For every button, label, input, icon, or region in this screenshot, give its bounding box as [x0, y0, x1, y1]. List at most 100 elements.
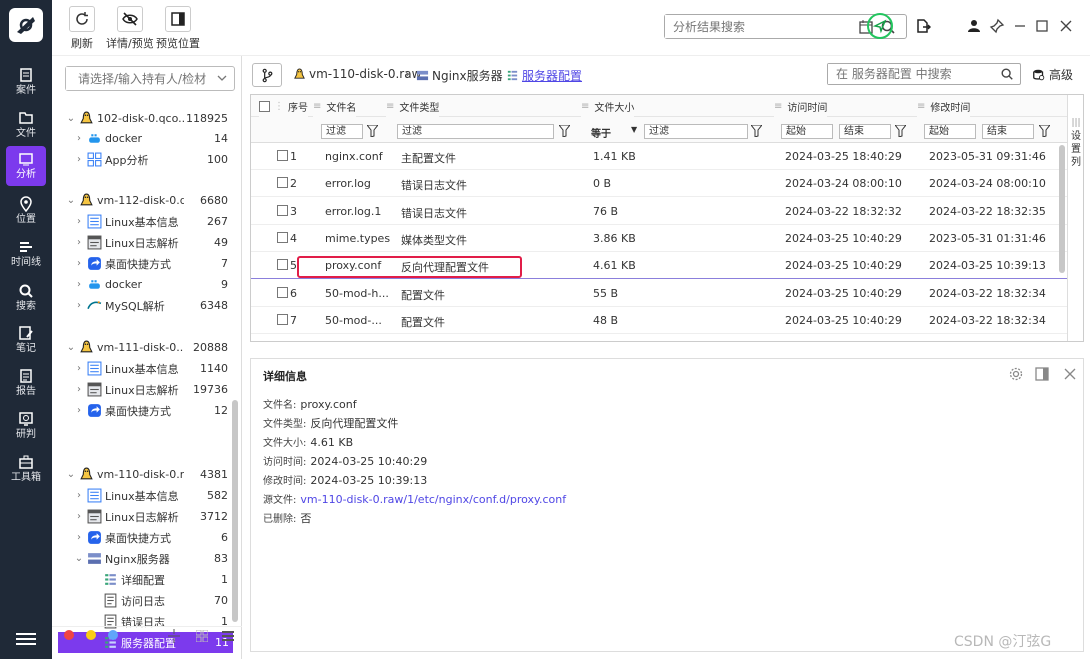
tree-node[interactable]: ⌄ Nginx服务器 83 [52, 548, 232, 569]
tree-expand-icon[interactable]: ⌄ [66, 469, 76, 480]
tree-expand-icon[interactable]: › [74, 154, 84, 165]
tree-root-node[interactable]: ⌄ vm-111-disk-0.... 20888 [52, 337, 232, 358]
table-row[interactable]: 1 nginx.conf 主配置文件 1.41 KB 2024-03-25 18:40:… [251, 143, 1068, 170]
close-button[interactable] [1055, 15, 1077, 37]
red-dot[interactable] [64, 630, 74, 640]
minimize-button[interactable] [1009, 15, 1031, 37]
tree-node[interactable]: › 桌面快捷方式 6 [52, 527, 232, 548]
tree-expand-icon[interactable]: › [74, 490, 84, 501]
operator-chevron-icon[interactable]: ▼ [631, 125, 637, 134]
tree-node[interactable]: › App分析 100 [52, 149, 232, 170]
tree-node[interactable]: › Linux基本信息 267 [52, 211, 232, 232]
tree-node[interactable]: › Linux日志解析 49 [52, 232, 232, 253]
mtime-end-input[interactable]: 结束 [982, 124, 1034, 139]
tree-node[interactable]: › docker 9 [52, 274, 232, 295]
detail-preview-button[interactable]: 详情/预览 [106, 6, 154, 51]
tree-node[interactable]: › Linux日志解析 19736 [52, 379, 232, 400]
tree-node[interactable]: 详细配置 1 [52, 569, 232, 590]
select-all-checkbox[interactable] [259, 100, 270, 112]
filesize-operator-select[interactable]: 等于 [591, 125, 611, 140]
filter-funnel-icon[interactable] [895, 125, 906, 137]
tree-expand-icon[interactable]: › [74, 532, 84, 543]
tree-root-node[interactable]: ⌄ 102-disk-0.qco... 118925 [52, 108, 232, 129]
row-checkbox[interactable] [277, 177, 288, 189]
tree-node[interactable]: 访问日志 70 [52, 590, 232, 611]
grid-view-icon[interactable] [196, 630, 208, 642]
table-row[interactable]: 7 50-mod-... 配置文件 48 B 2024-03-25 10:40:29 20… [251, 307, 1068, 334]
mtime-start-input[interactable]: 起始 [924, 124, 976, 139]
status-indicator[interactable] [867, 13, 893, 39]
blue-dot[interactable] [108, 630, 118, 640]
header-filesize[interactable]: ≡ 文件大小 [581, 95, 635, 117]
source-file-link[interactable]: vm-110-disk-0.raw/1/etc/nginx/conf.d/pro… [300, 493, 566, 506]
tree-expand-icon[interactable]: ⌄ [66, 342, 76, 353]
breadcrumb-server-config[interactable]: 服务器配置 [506, 67, 582, 84]
search-icon[interactable] [1000, 67, 1014, 81]
header-filetype[interactable]: ≡ 文件类型 [386, 95, 440, 117]
table-scrollbar[interactable] [1059, 145, 1065, 273]
row-checkbox[interactable] [277, 286, 288, 298]
header-atime[interactable]: ≡ 访问时间 [774, 95, 828, 117]
filename-filter-input[interactable]: 过滤 [321, 124, 363, 139]
user-button[interactable] [963, 15, 985, 37]
rail-case[interactable]: 案件 [6, 62, 46, 102]
tree-expand-icon[interactable]: › [74, 237, 84, 248]
tree-scrollbar[interactable] [232, 400, 238, 622]
tree-expand-icon[interactable]: › [74, 258, 84, 269]
filetype-filter-input[interactable]: 过滤 [397, 124, 554, 139]
refresh-button[interactable]: 刷新 [69, 6, 95, 51]
tree-node[interactable]: › MySQL解析 6348 [52, 295, 232, 316]
tree-expand-icon[interactable]: › [74, 363, 84, 374]
panel-right-icon[interactable] [1034, 366, 1050, 382]
breadcrumb-disk[interactable]: vm-110-disk-0.raw [293, 67, 421, 81]
filter-funnel-icon[interactable] [367, 125, 378, 137]
advanced-search-button[interactable]: 高级 [1032, 66, 1073, 83]
table-row[interactable]: 6 50-mod-h... 配置文件 55 B 2024-03-25 10:40:29 2… [251, 280, 1068, 307]
header-mtime[interactable]: ≡ 修改时间 [917, 95, 971, 117]
tree-expand-icon[interactable]: › [74, 384, 84, 395]
preview-position-button[interactable]: 预览位置 [156, 6, 200, 51]
filesize-filter-input[interactable]: 过滤 [644, 124, 748, 139]
tree-node[interactable]: › docker 14 [52, 128, 232, 149]
rail-toolbox[interactable]: 工具箱 [6, 449, 46, 489]
rail-judge[interactable]: 研判 [6, 406, 46, 446]
filter-funnel-icon[interactable] [751, 125, 762, 137]
filter-funnel-icon[interactable] [559, 125, 570, 137]
row-checkbox[interactable] [277, 231, 288, 243]
tree-expand-icon[interactable]: › [74, 511, 84, 522]
table-row[interactable]: 2 error.log 错误日志文件 0 B 2024-03-24 08:00:10 20… [251, 170, 1068, 198]
tree-node[interactable]: › Linux基本信息 582 [52, 485, 232, 506]
filter-funnel-icon[interactable] [1039, 125, 1050, 137]
server-config-search-input[interactable] [828, 64, 988, 84]
atime-end-input[interactable]: 结束 [839, 124, 891, 139]
owner-filter-select[interactable] [65, 66, 235, 91]
rail-notes[interactable]: 笔记 [6, 320, 46, 360]
row-checkbox[interactable] [277, 150, 288, 161]
server-config-search-box[interactable] [827, 63, 1021, 85]
tree-node[interactable]: › 桌面快捷方式 7 [52, 253, 232, 274]
atime-start-input[interactable]: 起始 [781, 124, 833, 139]
tree-root-node[interactable]: ⌄ vm-112-disk-0.q... 6680 [52, 190, 232, 211]
yellow-dot[interactable] [86, 630, 96, 640]
hamburger-menu-icon[interactable] [16, 632, 36, 646]
tree-node[interactable]: › Linux日志解析 3712 [52, 506, 232, 527]
gear-icon[interactable] [1008, 366, 1024, 382]
owner-filter-input[interactable] [66, 67, 206, 90]
rail-timeline[interactable]: 时间线 [6, 234, 46, 274]
tree-expand-icon[interactable]: › [74, 405, 84, 416]
close-icon[interactable] [1062, 366, 1078, 382]
column-settings-tab[interactable]: ||| 设 置 列 [1067, 95, 1083, 341]
table-row[interactable]: 3 error.log.1 错误日志文件 76 B 2024-03-22 18:32:3… [251, 198, 1068, 225]
rail-search[interactable]: 搜索 [6, 278, 46, 318]
tree-root-node[interactable]: ⌄ vm-110-disk-0.r... 4381 [52, 464, 232, 485]
tree-expand-icon[interactable]: › [74, 216, 84, 227]
rail-report[interactable]: 报告 [6, 363, 46, 403]
header-filename[interactable]: ≡ 文件名 [313, 95, 357, 117]
tree-expand-icon[interactable]: ⌄ [74, 553, 84, 564]
tree-expand-icon[interactable]: ⌄ [66, 113, 76, 124]
rail-file[interactable]: 文件 [6, 105, 46, 145]
collapse-all-icon[interactable] [168, 629, 180, 643]
breadcrumb-nginx[interactable]: Nginx服务器 [416, 67, 503, 84]
tree-expand-icon[interactable]: › [74, 133, 84, 144]
branch-button[interactable] [252, 63, 282, 87]
